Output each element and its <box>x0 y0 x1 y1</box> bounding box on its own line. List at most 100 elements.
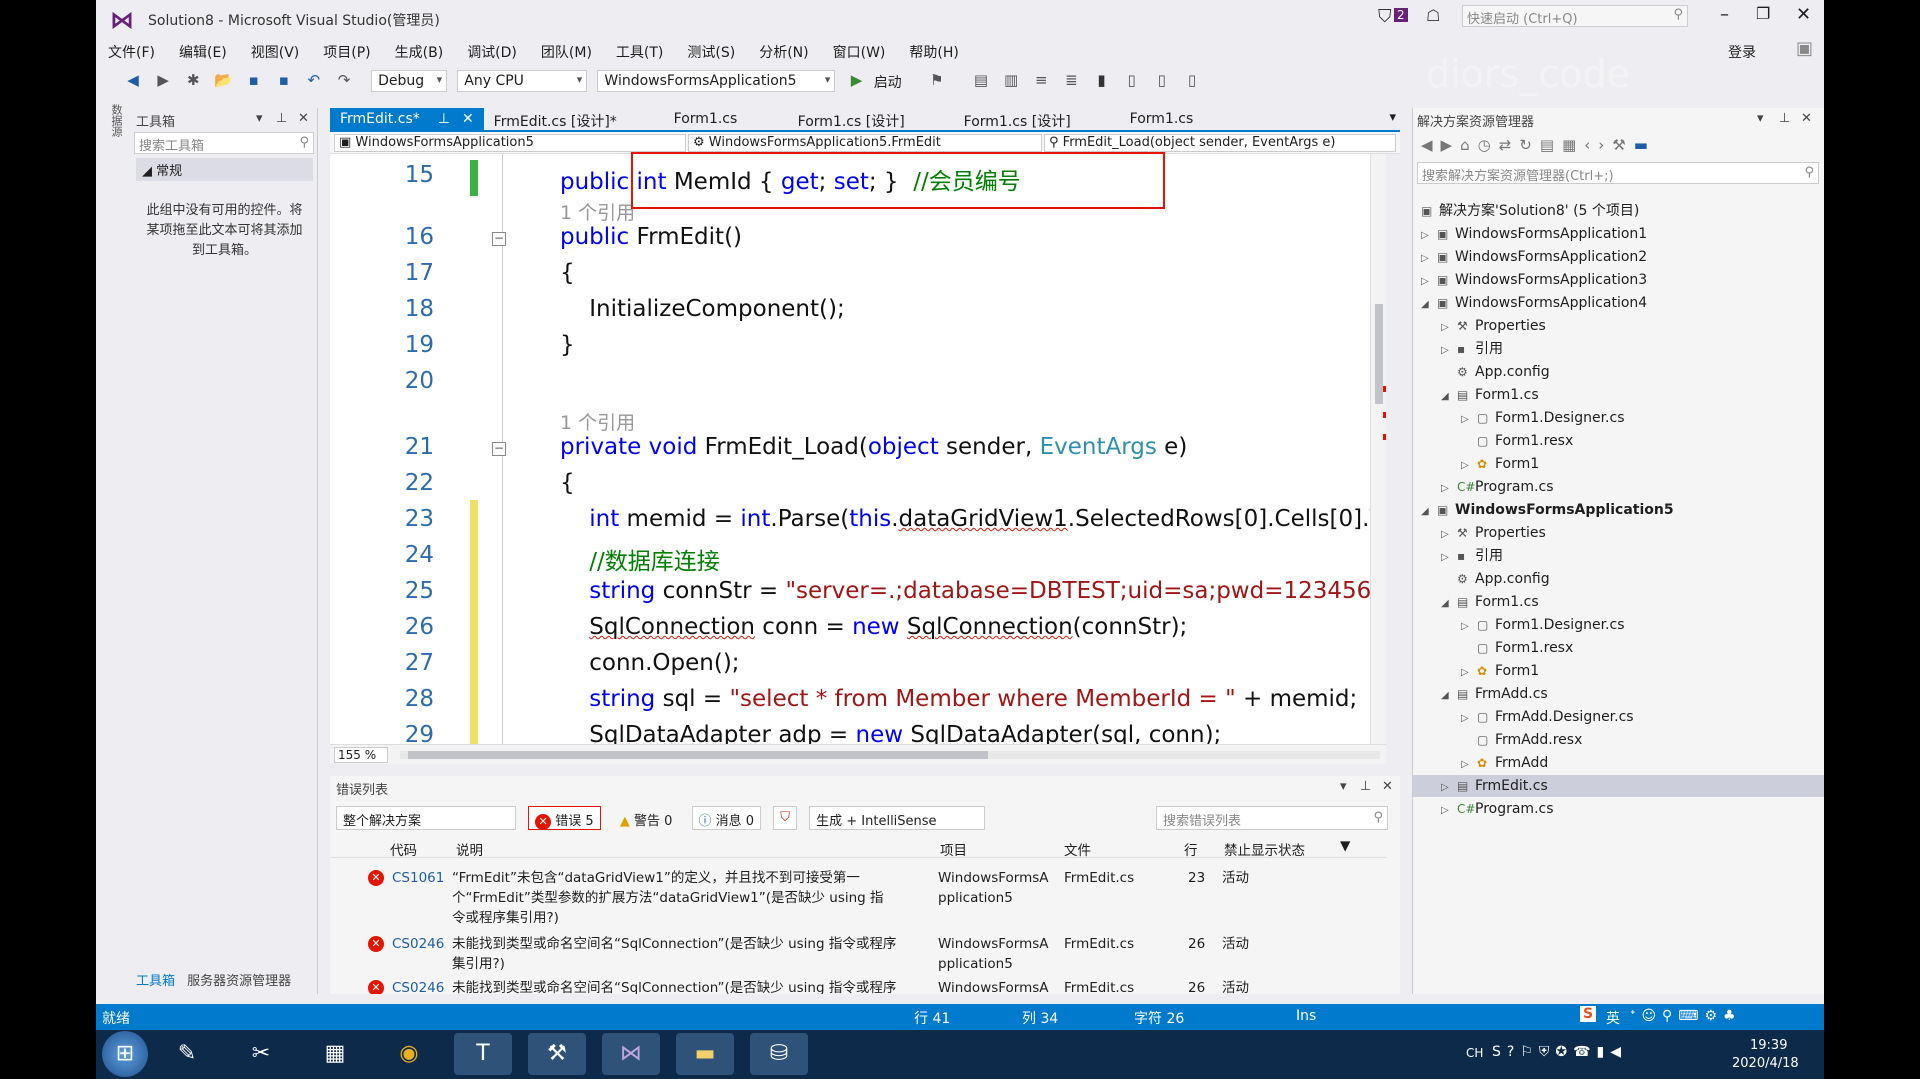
error-row[interactable]: ✕ CS0246 未能找到类型或命名空间名“SqlConnection”(是否缺… <box>330 978 1386 994</box>
clock-date[interactable]: 2020/4/18 <box>1732 1056 1799 1071</box>
tree-project[interactable]: ▷ ▣ WindowsFormsApplication3 <box>1421 269 1647 291</box>
taskbar-chrome-icon[interactable]: ◉ <box>380 1033 438 1075</box>
login-link[interactable]: 登录 <box>1728 42 1756 62</box>
taskbar-paint-icon[interactable]: ✂ <box>232 1033 290 1075</box>
tree-item[interactable]: ▷ ⚒ Properties <box>1441 315 1546 337</box>
menu-window[interactable]: 窗口(W) <box>821 38 898 62</box>
tree-item[interactable]: ▷ ▪ 引用 <box>1441 338 1503 360</box>
filter-icon[interactable]: ▼ <box>1340 838 1350 854</box>
bookmark-prev-icon[interactable]: ▯ <box>1123 71 1141 89</box>
error-row[interactable]: ✕ CS0246 未能找到类型或命名空间名“SqlConnection”(是否缺… <box>330 934 1386 976</box>
forward-icon[interactable]: ▶ <box>1441 136 1461 154</box>
taskbar-sql-icon[interactable]: ⛁ <box>750 1033 808 1075</box>
expand-icon[interactable]: ▷ <box>1421 271 1437 293</box>
tree-project[interactable]: ▷ ▣ WindowsFormsApplication1 <box>1421 223 1647 245</box>
language-indicator[interactable]: CH <box>1466 1046 1483 1060</box>
build-source-dropdown[interactable]: 生成 + IntelliSense <box>809 806 986 830</box>
minimize-button[interactable]: – <box>1720 4 1729 25</box>
refresh-icon[interactable]: ↻ <box>1519 136 1540 154</box>
expand-icon[interactable]: ▷ <box>1421 225 1437 247</box>
close-icon[interactable]: ✕ <box>1382 779 1393 794</box>
open-file-icon[interactable]: 📂 <box>214 71 233 89</box>
close-button[interactable]: ✕ <box>1796 4 1811 25</box>
feedback-icon[interactable]: ☖ <box>1426 6 1440 25</box>
expand-icon[interactable]: ▷ <box>1421 248 1437 270</box>
tab-form1-design-b[interactable]: Form1.cs [设计] <box>954 108 1120 132</box>
menu-build[interactable]: 生成(B) <box>383 38 456 62</box>
menu-team[interactable]: 团队(M) <box>529 38 604 62</box>
view-code-icon[interactable]: ‹› <box>1584 136 1612 154</box>
platform-dropdown[interactable]: Any CPU <box>457 70 588 92</box>
save-all-icon[interactable]: ▪ <box>275 71 293 89</box>
bookmark-icon[interactable]: ▮ <box>1093 71 1111 89</box>
menu-help[interactable]: 帮助(H) <box>897 38 970 62</box>
column-header[interactable]: 行 <box>1184 839 1198 859</box>
close-icon[interactable]: ✕ <box>1801 111 1812 126</box>
start-button[interactable]: 启动 <box>874 72 902 92</box>
tree-item[interactable]: ▷ ✿ Form1 <box>1461 453 1539 475</box>
menu-file[interactable]: 文件(F) <box>96 38 167 62</box>
expand-icon[interactable]: ▷ <box>1441 524 1457 546</box>
restore-button[interactable]: ❐ <box>1756 4 1770 23</box>
warnings-filter-button[interactable]: ▲ 警告 0 <box>613 806 680 830</box>
menu-edit[interactable]: 编辑(E) <box>167 38 239 62</box>
error-search-input[interactable]: 搜索错误列表 ⚲ <box>1156 806 1388 830</box>
expand-icon[interactable]: ▷ <box>1461 662 1477 684</box>
redo-icon[interactable]: ↷ <box>335 71 353 89</box>
pin-icon[interactable]: ⊥ <box>276 111 287 126</box>
scope-dropdown[interactable]: 整个解决方案 <box>336 806 516 830</box>
menu-view[interactable]: 视图(V) <box>239 38 312 62</box>
ime-logo-icon[interactable]: S <box>1580 1006 1597 1022</box>
format-icon[interactable]: ▤ <box>972 71 990 89</box>
quick-launch-input[interactable]: 快速启动 (Ctrl+Q) ⚲ <box>1462 5 1688 27</box>
tab-form1-design-a[interactable]: Form1.cs [设计] <box>788 108 954 132</box>
dropdown-icon[interactable]: ▾ <box>256 111 263 126</box>
close-icon[interactable]: ✕ <box>462 111 474 127</box>
data-sources-tab[interactable]: 数据源 <box>106 104 124 154</box>
taskbar-visual-studio-icon[interactable]: ⋈ <box>602 1033 660 1075</box>
menu-debug[interactable]: 调试(D) <box>455 38 529 62</box>
toolbox-group-general[interactable]: ◢ 常规 <box>136 158 313 181</box>
tree-item[interactable]: ▷ C#Program.cs <box>1441 476 1554 498</box>
expand-icon[interactable]: ▷ <box>1461 455 1477 477</box>
filter-toggle-icon[interactable]: ⛉ <box>773 806 797 830</box>
expand-icon[interactable]: ▷ <box>1461 708 1477 730</box>
tray-icons[interactable]: S?⚐⛨✪☎▮◀ <box>1492 1044 1627 1060</box>
forward-icon[interactable]: ▶ <box>154 71 172 89</box>
collapse-icon[interactable]: ◢ <box>1441 593 1457 615</box>
account-icon[interactable]: ▣ <box>1796 38 1813 59</box>
codelens-refs[interactable]: 1 个引用 <box>560 198 635 225</box>
column-header[interactable]: 文件 <box>1064 839 1091 859</box>
startup-project-dropdown[interactable]: WindowsFormsApplication5 <box>597 70 836 92</box>
horizontal-scrollbar[interactable] <box>400 751 1380 759</box>
sync-icon[interactable]: ⇄ <box>1499 136 1520 154</box>
tree-project[interactable]: ▷ ▣ WindowsFormsApplication2 <box>1421 246 1647 268</box>
error-code-link[interactable]: CS0246 <box>392 978 444 994</box>
notification-badge[interactable]: 2 <box>1394 8 1408 22</box>
column-header[interactable]: 禁止显示状态 <box>1224 839 1305 859</box>
column-header[interactable]: 代码 <box>390 839 417 859</box>
show-all-icon[interactable]: ▦ <box>1562 136 1584 154</box>
tree-project-startup[interactable]: ◢ ▣ WindowsFormsApplication5 <box>1421 499 1674 521</box>
tab-frmedit-cs[interactable]: FrmEdit.cs* ⊥ ✕ <box>330 108 484 132</box>
bookmark-next-icon[interactable]: ▯ <box>1153 71 1171 89</box>
tree-item[interactable]: ◢ ▤ FrmAdd.cs <box>1441 683 1548 705</box>
tree-project[interactable]: ◢ ▣ WindowsFormsApplication4 <box>1421 292 1647 314</box>
menu-tools[interactable]: 工具(T) <box>604 38 675 62</box>
format2-icon[interactable]: ▥ <box>1002 71 1020 89</box>
history-icon[interactable]: ◷ <box>1478 136 1499 154</box>
tree-item[interactable]: ◢ ▤ Form1.cs <box>1441 384 1539 406</box>
tree-item[interactable]: ⚙ App.config <box>1457 361 1550 383</box>
home-icon[interactable]: ⌂ <box>1460 136 1478 154</box>
codelens-refs[interactable]: 1 个引用 <box>560 408 635 435</box>
tree-item-selected[interactable]: ▷ ▤ FrmEdit.cs <box>1413 775 1824 797</box>
error-code-link[interactable]: CS0246 <box>392 934 444 954</box>
tree-solution[interactable]: ▣ 解决方案'Solution8' (5 个项目) <box>1421 200 1639 222</box>
code-editor[interactable]: 15 public int MemId { get; set; } //会员编号… <box>330 154 1386 744</box>
filter-icon[interactable]: ⛉ <box>1378 6 1392 27</box>
taskbar-explorer-icon[interactable]: ▬ <box>676 1033 734 1075</box>
dropdown-icon[interactable]: ▾ <box>1757 111 1764 126</box>
preview-icon[interactable]: ▬ <box>1634 136 1656 154</box>
menu-project[interactable]: 项目(P) <box>311 38 382 62</box>
tree-item[interactable]: ▢ Form1.resx <box>1477 637 1573 659</box>
